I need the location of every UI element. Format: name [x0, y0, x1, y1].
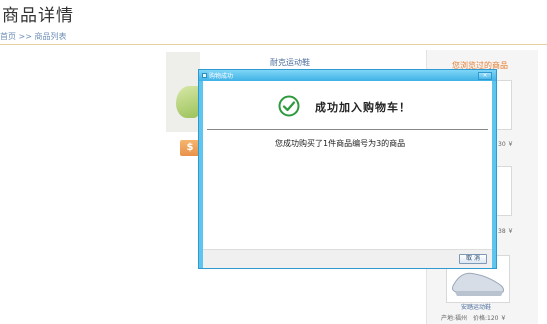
dialog-titlebar[interactable]: 购物成功 ×	[199, 70, 496, 81]
recent-item-origin-price: 产地:福州 价格:120 ￥	[441, 315, 507, 322]
purchase-info-text: 您成功购买了1件商品编号为3的商品	[275, 139, 406, 148]
breadcrumb: 首页 >> 商品列表	[0, 31, 67, 42]
recent-item-name-link[interactable]: 安踏运动鞋	[461, 302, 491, 311]
success-message: 成功加入购物车！	[315, 101, 411, 114]
header-divider	[0, 44, 547, 45]
dialog-title: 购物成功	[209, 73, 234, 80]
dialog-body: 成功加入购物车！ 您成功购买了1件商品编号为3的商品 取 消	[203, 81, 492, 268]
page-title: 商品详情	[2, 6, 74, 26]
recent-item-price: 38 ￥	[498, 228, 514, 235]
breadcrumb-home-link[interactable]: 首页	[0, 32, 16, 41]
success-dialog: 购物成功 × 成功加入购物车！ 您成功购买了1件商品编号为3的商品 取 消	[198, 69, 497, 269]
recent-item-price: 30 ￥	[498, 141, 514, 148]
breadcrumb-current-link[interactable]: 商品列表	[35, 32, 67, 41]
product-name: 耐克运动鞋	[270, 58, 310, 67]
breadcrumb-separator: >>	[18, 32, 32, 41]
check-circle-icon	[278, 95, 300, 117]
dialog-footer: 取 消	[203, 249, 492, 268]
cancel-button[interactable]: 取 消	[459, 254, 487, 264]
dialog-close-button[interactable]: ×	[478, 72, 492, 80]
dialog-divider	[207, 129, 488, 130]
buy-price-button[interactable]: $	[180, 140, 200, 156]
shoe-image	[176, 86, 200, 118]
dialog-window-icon	[202, 73, 207, 78]
